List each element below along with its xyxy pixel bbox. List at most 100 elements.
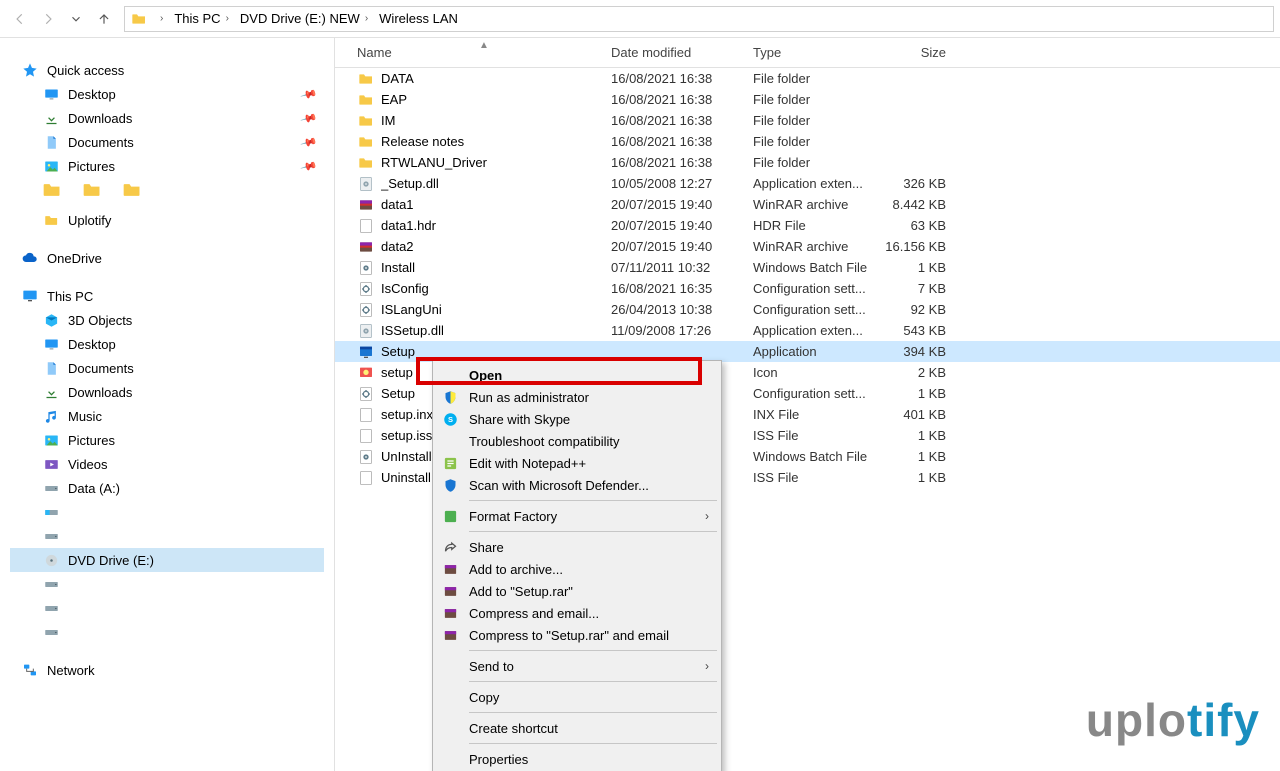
column-header-size[interactable]: Size: [876, 45, 966, 60]
sidebar-item-label: Pictures: [68, 433, 115, 448]
file-size: 543 KB: [876, 323, 966, 338]
ctx-item-format-factory[interactable]: Format Factory ›: [435, 505, 719, 527]
file-date: 10/05/2008 12:27: [611, 176, 753, 191]
file-type: Configuration sett...: [753, 386, 876, 401]
ctx-item-share[interactable]: Share: [435, 536, 719, 558]
ctx-item-compress-email[interactable]: Compress and email...: [435, 602, 719, 624]
ctx-item-share-skype[interactable]: S Share with Skype: [435, 408, 719, 430]
ctx-item-create-shortcut[interactable]: Create shortcut: [435, 717, 719, 739]
separator: [469, 650, 717, 651]
folder-icon[interactable]: [42, 180, 64, 202]
sidebar-item-3d-objects[interactable]: 3D Objects: [10, 308, 324, 332]
chevron-right-icon[interactable]: ›: [360, 13, 373, 24]
sidebar-item-music[interactable]: Music: [10, 404, 324, 428]
folder-icon[interactable]: [82, 180, 104, 202]
sidebar-item-network[interactable]: Network: [10, 658, 324, 682]
address-bar[interactable]: › This PC› DVD Drive (E:) NEW› Wireless …: [124, 6, 1274, 32]
sidebar-item-quick-access[interactable]: Quick access: [10, 58, 324, 82]
ctx-item-notepadpp[interactable]: Edit with Notepad++: [435, 452, 719, 474]
sidebar-item-label: Network: [47, 663, 95, 678]
column-header-type[interactable]: Type: [753, 45, 876, 60]
drive-icon: [42, 575, 60, 593]
file-row[interactable]: _Setup.dll10/05/2008 12:27Application ex…: [335, 173, 1280, 194]
ctx-item-defender[interactable]: Scan with Microsoft Defender...: [435, 474, 719, 496]
folder-icon: [357, 154, 375, 172]
file-row[interactable]: IM16/08/2021 16:38File folder: [335, 110, 1280, 131]
sidebar-recent-folders: [10, 180, 324, 202]
ctx-item-troubleshoot[interactable]: Troubleshoot compatibility: [435, 430, 719, 452]
breadcrumb-seg[interactable]: Wireless LAN: [379, 11, 458, 26]
file-name: IsConfig: [381, 281, 611, 296]
sidebar-item-label: Data (A:): [68, 481, 120, 496]
ico-icon: [357, 364, 375, 382]
breadcrumb-seg[interactable]: DVD Drive (E:) NEW: [240, 11, 360, 26]
sidebar-item-drive-generic-1[interactable]: [10, 500, 324, 524]
ctx-item-copy[interactable]: Copy: [435, 686, 719, 708]
file-name: IM: [381, 113, 611, 128]
file-type: INX File: [753, 407, 876, 422]
nav-forward-button[interactable]: [34, 5, 62, 33]
file-row[interactable]: SetupApplication394 KB: [335, 341, 1280, 362]
folder-icon: [357, 133, 375, 151]
file-row[interactable]: DATA16/08/2021 16:38File folder: [335, 68, 1280, 89]
sidebar-item-documents-2[interactable]: Documents: [10, 356, 324, 380]
file-row[interactable]: RTWLANU_Driver16/08/2021 16:38File folde…: [335, 152, 1280, 173]
ctx-item-add-setup-rar[interactable]: Add to "Setup.rar": [435, 580, 719, 602]
sidebar-item-dvd-drive[interactable]: DVD Drive (E:): [10, 548, 324, 572]
sidebar-item-this-pc[interactable]: This PC: [10, 284, 324, 308]
sidebar-item-onedrive[interactable]: OneDrive: [10, 246, 324, 270]
column-header-date[interactable]: Date modified: [611, 45, 753, 60]
sidebar-item-pictures-2[interactable]: Pictures: [10, 428, 324, 452]
ctx-item-properties[interactable]: Properties: [435, 748, 719, 770]
chevron-right-icon[interactable]: ›: [221, 13, 234, 24]
sidebar-item-downloads[interactable]: Downloads 📌: [10, 106, 324, 130]
file-name: Setup: [381, 344, 611, 359]
pictures-icon: [42, 157, 60, 175]
ctx-item-run-as-admin[interactable]: Run as administrator: [435, 386, 719, 408]
sidebar-item-desktop-2[interactable]: Desktop: [10, 332, 324, 356]
nav-recent-dropdown[interactable]: [62, 5, 90, 33]
drive-icon: [42, 599, 60, 617]
file-row[interactable]: Install07/11/2011 10:32Windows Batch Fil…: [335, 257, 1280, 278]
column-header-name[interactable]: Name ▲: [357, 45, 611, 60]
this-pc-icon: [21, 287, 39, 305]
sidebar-item-drive-generic-5[interactable]: [10, 620, 324, 644]
sidebar-item-drive-generic-3[interactable]: [10, 572, 324, 596]
video-icon: [42, 455, 60, 473]
winrar-icon: [441, 626, 459, 644]
sidebar-item-drive-generic-4[interactable]: [10, 596, 324, 620]
file-name: DATA: [381, 71, 611, 86]
sidebar-item-uplotify[interactable]: Uplotify: [10, 208, 324, 232]
sidebar-item-downloads-2[interactable]: Downloads: [10, 380, 324, 404]
nav-back-button[interactable]: [6, 5, 34, 33]
ctx-item-open[interactable]: Open: [435, 364, 719, 386]
file-row[interactable]: Release notes16/08/2021 16:38File folder: [335, 131, 1280, 152]
breadcrumb-seg[interactable]: This PC: [174, 11, 220, 26]
file-row[interactable]: EAP16/08/2021 16:38File folder: [335, 89, 1280, 110]
desktop-icon: [42, 85, 60, 103]
folder-icon: [357, 112, 375, 130]
sidebar-item-desktop[interactable]: Desktop 📌: [10, 82, 324, 106]
folder-icon[interactable]: [122, 180, 144, 202]
sidebar-item-data-a[interactable]: Data (A:): [10, 476, 324, 500]
skype-icon: S: [441, 410, 459, 428]
file-row[interactable]: ISSetup.dll11/09/2008 17:26Application e…: [335, 320, 1280, 341]
file-row[interactable]: IsConfig16/08/2021 16:35Configuration se…: [335, 278, 1280, 299]
sidebar-item-documents[interactable]: Documents 📌: [10, 130, 324, 154]
file-name: RTWLANU_Driver: [381, 155, 611, 170]
nav-up-button[interactable]: [90, 5, 118, 33]
sidebar-item-label: Videos: [68, 457, 108, 472]
file-row[interactable]: data120/07/2015 19:40WinRAR archive8.442…: [335, 194, 1280, 215]
file-name: ISSetup.dll: [381, 323, 611, 338]
sidebar-item-pictures[interactable]: Pictures 📌: [10, 154, 324, 178]
ctx-item-add-archive[interactable]: Add to archive...: [435, 558, 719, 580]
file-row[interactable]: data1.hdr20/07/2015 19:40HDR File63 KB: [335, 215, 1280, 236]
ctx-item-compress-setup-rar-email[interactable]: Compress to "Setup.rar" and email: [435, 624, 719, 646]
file-row[interactable]: ISLangUni26/04/2013 10:38Configuration s…: [335, 299, 1280, 320]
ctx-item-send-to[interactable]: Send to ›: [435, 655, 719, 677]
sidebar-item-drive-generic-2[interactable]: [10, 524, 324, 548]
chevron-right-icon[interactable]: ›: [155, 13, 168, 24]
dll-icon: [357, 322, 375, 340]
file-row[interactable]: data220/07/2015 19:40WinRAR archive16.15…: [335, 236, 1280, 257]
sidebar-item-videos[interactable]: Videos: [10, 452, 324, 476]
